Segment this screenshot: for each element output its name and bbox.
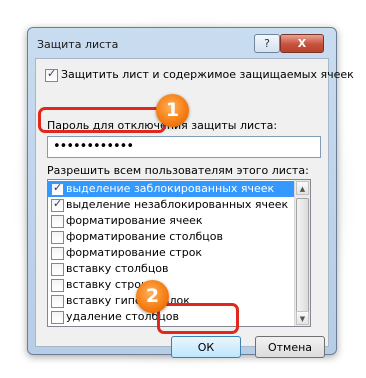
title-bar: Защита листа ? X [28,28,336,58]
ok-highlight [157,303,239,334]
scroll-up-arrow-icon[interactable]: ▲ [296,181,309,195]
permission-checkbox[interactable] [51,247,64,260]
ok-button[interactable]: ОК [171,336,241,358]
close-button[interactable]: X [280,34,324,53]
permission-label: выделение заблокированных ячеек [66,182,275,195]
permission-label: форматирование ячеек [66,214,203,227]
list-item[interactable]: выделение незаблокированных ячеек [48,197,295,213]
scroll-thumb[interactable] [296,198,309,313]
protect-sheet-checkbox[interactable] [45,67,58,82]
permissions-label: Разрешить всем пользователям этого листа… [47,164,309,177]
protect-sheet-label: Защитить лист и содержимое защищаемых яч… [61,68,354,81]
permission-label: вставку строк [66,278,148,291]
permission-label: форматирование строк [66,246,203,259]
permission-checkbox[interactable] [51,181,64,196]
permission-label: вставку столбцов [66,262,169,275]
permission-label: форматирование столбцов [66,230,223,243]
permission-checkbox[interactable] [51,311,64,324]
list-item[interactable]: форматирование ячеек [48,213,295,229]
callout-2: 2 [136,280,169,313]
password-field[interactable]: •••••••••••• [47,136,321,158]
list-item[interactable]: форматирование строк [48,245,295,261]
permission-checkbox[interactable] [51,231,64,244]
permission-checkbox[interactable] [51,215,64,228]
dialog-title: Защита листа [37,38,119,51]
cancel-button[interactable]: Отмена [255,336,325,358]
list-item[interactable]: выделение заблокированных ячеек [48,181,295,197]
permission-checkbox[interactable] [51,295,64,308]
permission-checkbox[interactable] [51,197,64,212]
password-highlight [38,107,166,133]
callout-1: 1 [156,94,189,127]
permission-label: удаление строк [66,326,158,327]
scroll-down-arrow-icon[interactable]: ▼ [296,311,309,325]
list-item[interactable]: вставку строк [48,277,295,293]
password-value: •••••••••••• [53,139,134,154]
help-button[interactable]: ? [254,34,280,53]
permission-checkbox[interactable] [51,263,64,276]
scrollbar[interactable]: ▲ ▼ [294,180,310,326]
permission-checkbox[interactable] [51,279,64,292]
list-item[interactable]: вставку столбцов [48,261,295,277]
list-item[interactable]: форматирование столбцов [48,229,295,245]
permission-label: выделение незаблокированных ячеек [66,198,289,211]
